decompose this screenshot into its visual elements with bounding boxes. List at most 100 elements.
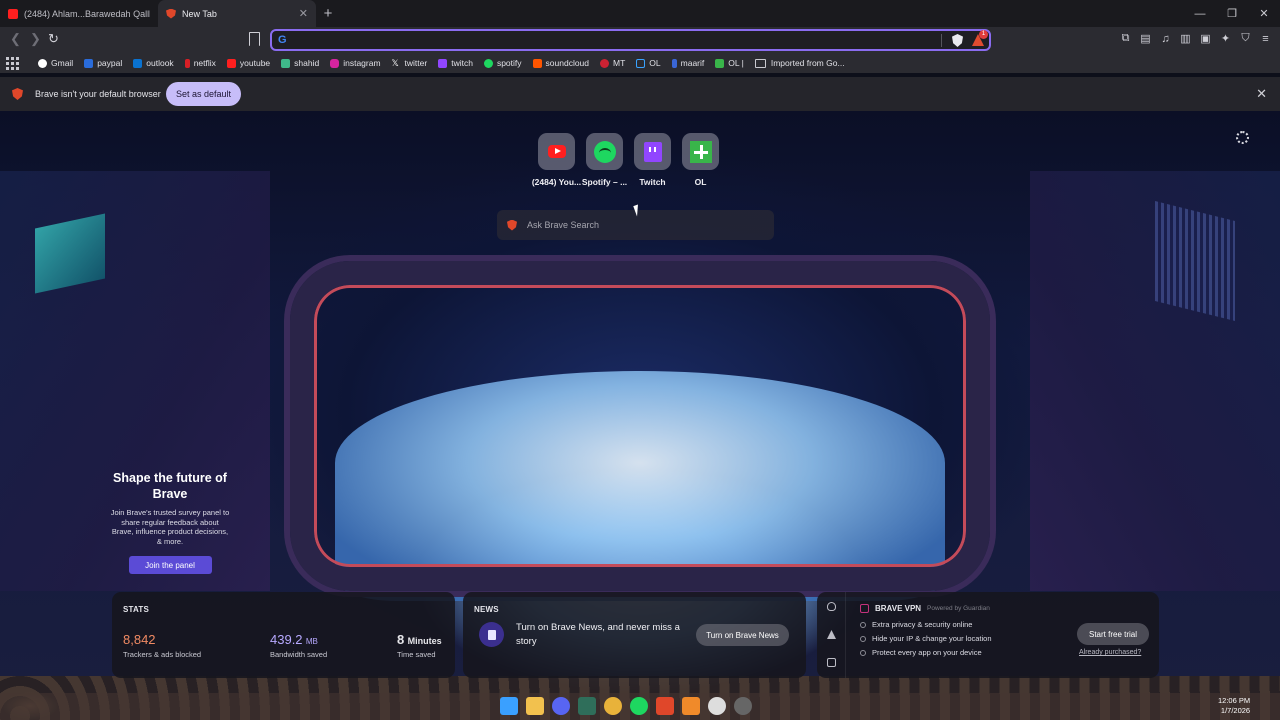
- spotify-icon[interactable]: [630, 697, 648, 715]
- app-icon[interactable]: [734, 697, 752, 715]
- leo-ai-icon[interactable]: ✦: [1219, 32, 1232, 45]
- rewards-badge: 1: [979, 30, 988, 39]
- folder-icon: [754, 58, 766, 68]
- youtube-icon: [226, 58, 236, 68]
- promo-body: Join Brave's trusted survey panel to sha…: [110, 508, 230, 546]
- check-icon: [860, 649, 866, 656]
- app-icon[interactable]: [708, 697, 726, 715]
- bookmark-item[interactable]: netflix: [184, 58, 216, 68]
- join-panel-button[interactable]: Join the panel: [128, 556, 212, 574]
- vpn-icon[interactable]: ⛉: [1239, 32, 1252, 45]
- widget-heading: NEWS: [474, 605, 499, 614]
- bookmark-item[interactable]: youtube: [226, 58, 270, 68]
- bookmark-item[interactable]: paypal: [84, 58, 122, 68]
- netflix-icon: [184, 58, 190, 68]
- wallet-icon[interactable]: ▣: [1199, 32, 1212, 45]
- rewards-icon[interactable]: [827, 630, 836, 639]
- back-button[interactable]: ❮: [10, 31, 21, 47]
- reader-icon[interactable]: ▤: [1139, 32, 1152, 45]
- system-clock[interactable]: 12:06 PM 1/7/2026: [1218, 696, 1250, 716]
- vpn-title: BRAVE VPN: [860, 604, 921, 613]
- close-icon[interactable]: ✕: [1256, 86, 1267, 102]
- close-icon[interactable]: ✕: [299, 7, 308, 20]
- chrome-icon[interactable]: [604, 697, 622, 715]
- bookmark-item[interactable]: twitch: [438, 58, 473, 68]
- discord-icon[interactable]: [552, 697, 570, 715]
- file-explorer-icon[interactable]: [526, 697, 544, 715]
- bookmark-item[interactable]: shahid: [281, 58, 319, 68]
- bookmark-item[interactable]: instagram: [330, 58, 381, 68]
- divider: [941, 34, 942, 47]
- plus-icon: [689, 140, 712, 163]
- stats-widget: STATS 8,842 Trackers & ads blocked 439.2…: [112, 592, 455, 678]
- spotify-icon: [593, 140, 616, 163]
- media-icon[interactable]: ♫: [1159, 32, 1172, 45]
- instagram-icon: [330, 58, 340, 68]
- ol-plus-icon: [715, 58, 725, 68]
- sidebar-icon[interactable]: ▥: [1179, 32, 1192, 45]
- tab-youtube[interactable]: (2484) Ahlam...Barawedah Qallbe: [0, 0, 158, 27]
- menu-icon[interactable]: ≡: [1259, 32, 1272, 45]
- google-icon: G: [278, 34, 287, 46]
- brave-shields-icon[interactable]: [952, 34, 963, 47]
- bookmark-item[interactable]: outlook: [133, 58, 174, 68]
- vpn-logo-icon: [860, 604, 869, 613]
- bookmark-item[interactable]: maarif: [671, 58, 704, 68]
- bookmark-item[interactable]: Gmail: [38, 58, 73, 68]
- check-icon: [860, 621, 866, 628]
- widget-rail: [817, 592, 846, 678]
- bookmark-item[interactable]: OL |: [715, 58, 744, 68]
- app-icon[interactable]: [578, 697, 596, 715]
- new-tab-button[interactable]: +: [316, 0, 340, 27]
- bookmark-item[interactable]: soundcloud: [532, 58, 589, 68]
- apps-grid-icon[interactable]: [6, 56, 20, 70]
- mt-icon: [600, 58, 610, 68]
- bookmark-folder[interactable]: Imported from Go...: [754, 58, 845, 68]
- extensions-icon[interactable]: ⧉: [1119, 32, 1132, 45]
- search-input[interactable]: [527, 220, 747, 230]
- list-item: Protect every app on your device: [860, 648, 992, 657]
- paypal-icon: [84, 58, 94, 68]
- brave-icon: [166, 8, 176, 19]
- address-bar[interactable]: G 1: [270, 29, 991, 51]
- reload-button[interactable]: ↻: [48, 31, 59, 47]
- close-window-button[interactable]: ✕: [1248, 0, 1280, 27]
- widget-heading: STATS: [123, 605, 150, 614]
- bookmark-item[interactable]: spotify: [483, 58, 522, 68]
- already-purchased-link[interactable]: Already purchased?: [1079, 649, 1141, 656]
- bookmark-item[interactable]: MT: [600, 58, 625, 68]
- check-icon: [860, 635, 866, 642]
- toolbar: ❮ ❯ ↻ G 1 ⧉ ▤ ♫ ▥ ▣ ✦ ⛉ ≡: [0, 27, 1280, 53]
- powered-by: Powered by Guardian: [927, 605, 990, 612]
- screen-panel: [1155, 201, 1235, 321]
- stat-time: 8 Minutes Time saved: [397, 632, 442, 659]
- start-free-trial-button[interactable]: Start free trial: [1077, 623, 1149, 645]
- survey-promo: Shape the future of Brave Join Brave's t…: [110, 470, 230, 574]
- bookmarks-bar: Gmail paypal outlook netflix youtube sha…: [0, 53, 1280, 73]
- twitch-icon: [643, 141, 662, 162]
- set-as-default-button[interactable]: Set as default: [166, 82, 241, 106]
- maximize-button[interactable]: ❐: [1216, 0, 1248, 27]
- card-icon[interactable]: [827, 658, 836, 667]
- app-icon[interactable]: [682, 697, 700, 715]
- gear-icon[interactable]: [1236, 131, 1249, 144]
- tab-new-tab[interactable]: New Tab ✕: [158, 0, 316, 27]
- bookmark-icon[interactable]: [249, 32, 260, 46]
- taskbar-apps: [500, 697, 752, 715]
- forward-button[interactable]: ❯: [30, 31, 41, 47]
- soundcloud-icon: [532, 58, 542, 68]
- turn-on-news-button[interactable]: Turn on Brave News: [696, 624, 789, 646]
- shield-icon[interactable]: [827, 602, 836, 611]
- minimize-button[interactable]: —: [1184, 0, 1216, 27]
- bookmark-item[interactable]: OL: [636, 58, 661, 68]
- promo-title: Shape the future of Brave: [113, 471, 227, 501]
- bookmark-item[interactable]: 𝕏twitter: [392, 58, 428, 68]
- news-icon: [479, 622, 504, 647]
- x-icon: 𝕏: [391, 57, 399, 68]
- tab-title: (2484) Ahlam...Barawedah Qallbe: [24, 8, 150, 19]
- gmail-icon: [38, 58, 47, 68]
- top-site-tile[interactable]: OL: [682, 133, 719, 187]
- youtube-icon: [8, 8, 18, 19]
- windows-start-icon[interactable]: [500, 697, 518, 715]
- brave-icon[interactable]: [656, 697, 674, 715]
